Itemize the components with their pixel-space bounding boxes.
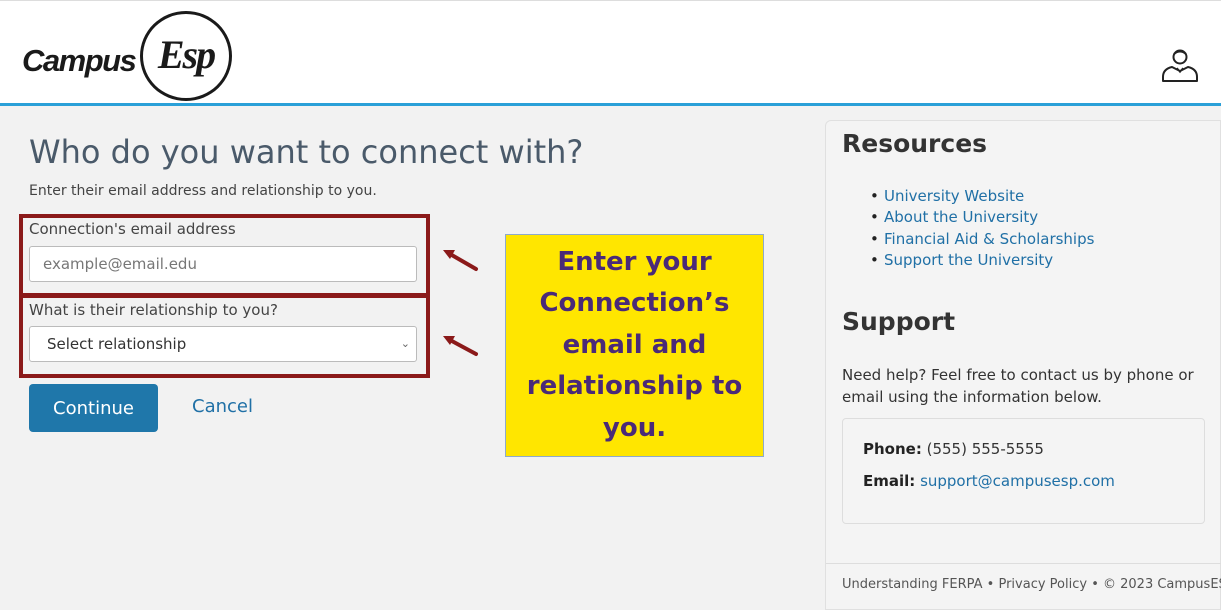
sidebar-divider	[826, 563, 1221, 564]
continue-button[interactable]: Continue	[29, 384, 158, 432]
arrow-icon	[443, 336, 478, 356]
email-line: Email: support@campusesp.com	[863, 472, 1115, 490]
support-text: Need help? Feel free to contact us by ph…	[842, 366, 1194, 406]
page-subtitle: Enter their email address and relationsh…	[29, 183, 377, 199]
logo-mark: Esp	[157, 32, 216, 77]
email-highlight-box	[19, 214, 430, 297]
resource-link-about-university[interactable]: About the University	[870, 207, 1094, 228]
user-account-button[interactable]	[1160, 45, 1200, 85]
page-title: Who do you want to connect with?	[29, 133, 584, 171]
cancel-link[interactable]: Cancel	[192, 396, 253, 417]
phone-line: Phone: (555) 555-5555	[863, 440, 1044, 458]
user-icon	[1162, 49, 1198, 82]
instruction-callout: Enter your Connection’s email and relati…	[505, 234, 764, 457]
resource-link-support-university[interactable]: Support the University	[870, 250, 1094, 271]
resource-link-university-website[interactable]: University Website	[870, 186, 1094, 207]
email-label: Email:	[863, 472, 916, 490]
resource-link-financial-aid[interactable]: Financial Aid & Scholarships	[870, 229, 1094, 250]
phone-label: Phone:	[863, 440, 922, 458]
arrow-icon	[443, 250, 478, 271]
campusesp-logo[interactable]: Campus Esp	[20, 9, 236, 103]
logo-text: Campus	[22, 43, 137, 78]
callout-text: Enter your Connection’s email and relati…	[526, 246, 743, 443]
footer-links[interactable]: Understanding FERPA • Privacy Policy • ©…	[842, 577, 1221, 592]
support-heading: Support	[842, 307, 956, 336]
resources-heading: Resources	[842, 129, 988, 158]
header: Campus Esp	[0, 0, 1221, 106]
phone-value: (555) 555-5555	[926, 440, 1044, 458]
contact-box	[842, 418, 1205, 524]
resources-list: University Website About the University …	[870, 186, 1094, 271]
relationship-highlight-box	[19, 294, 430, 378]
support-email-link[interactable]: support@campusesp.com	[920, 472, 1115, 490]
